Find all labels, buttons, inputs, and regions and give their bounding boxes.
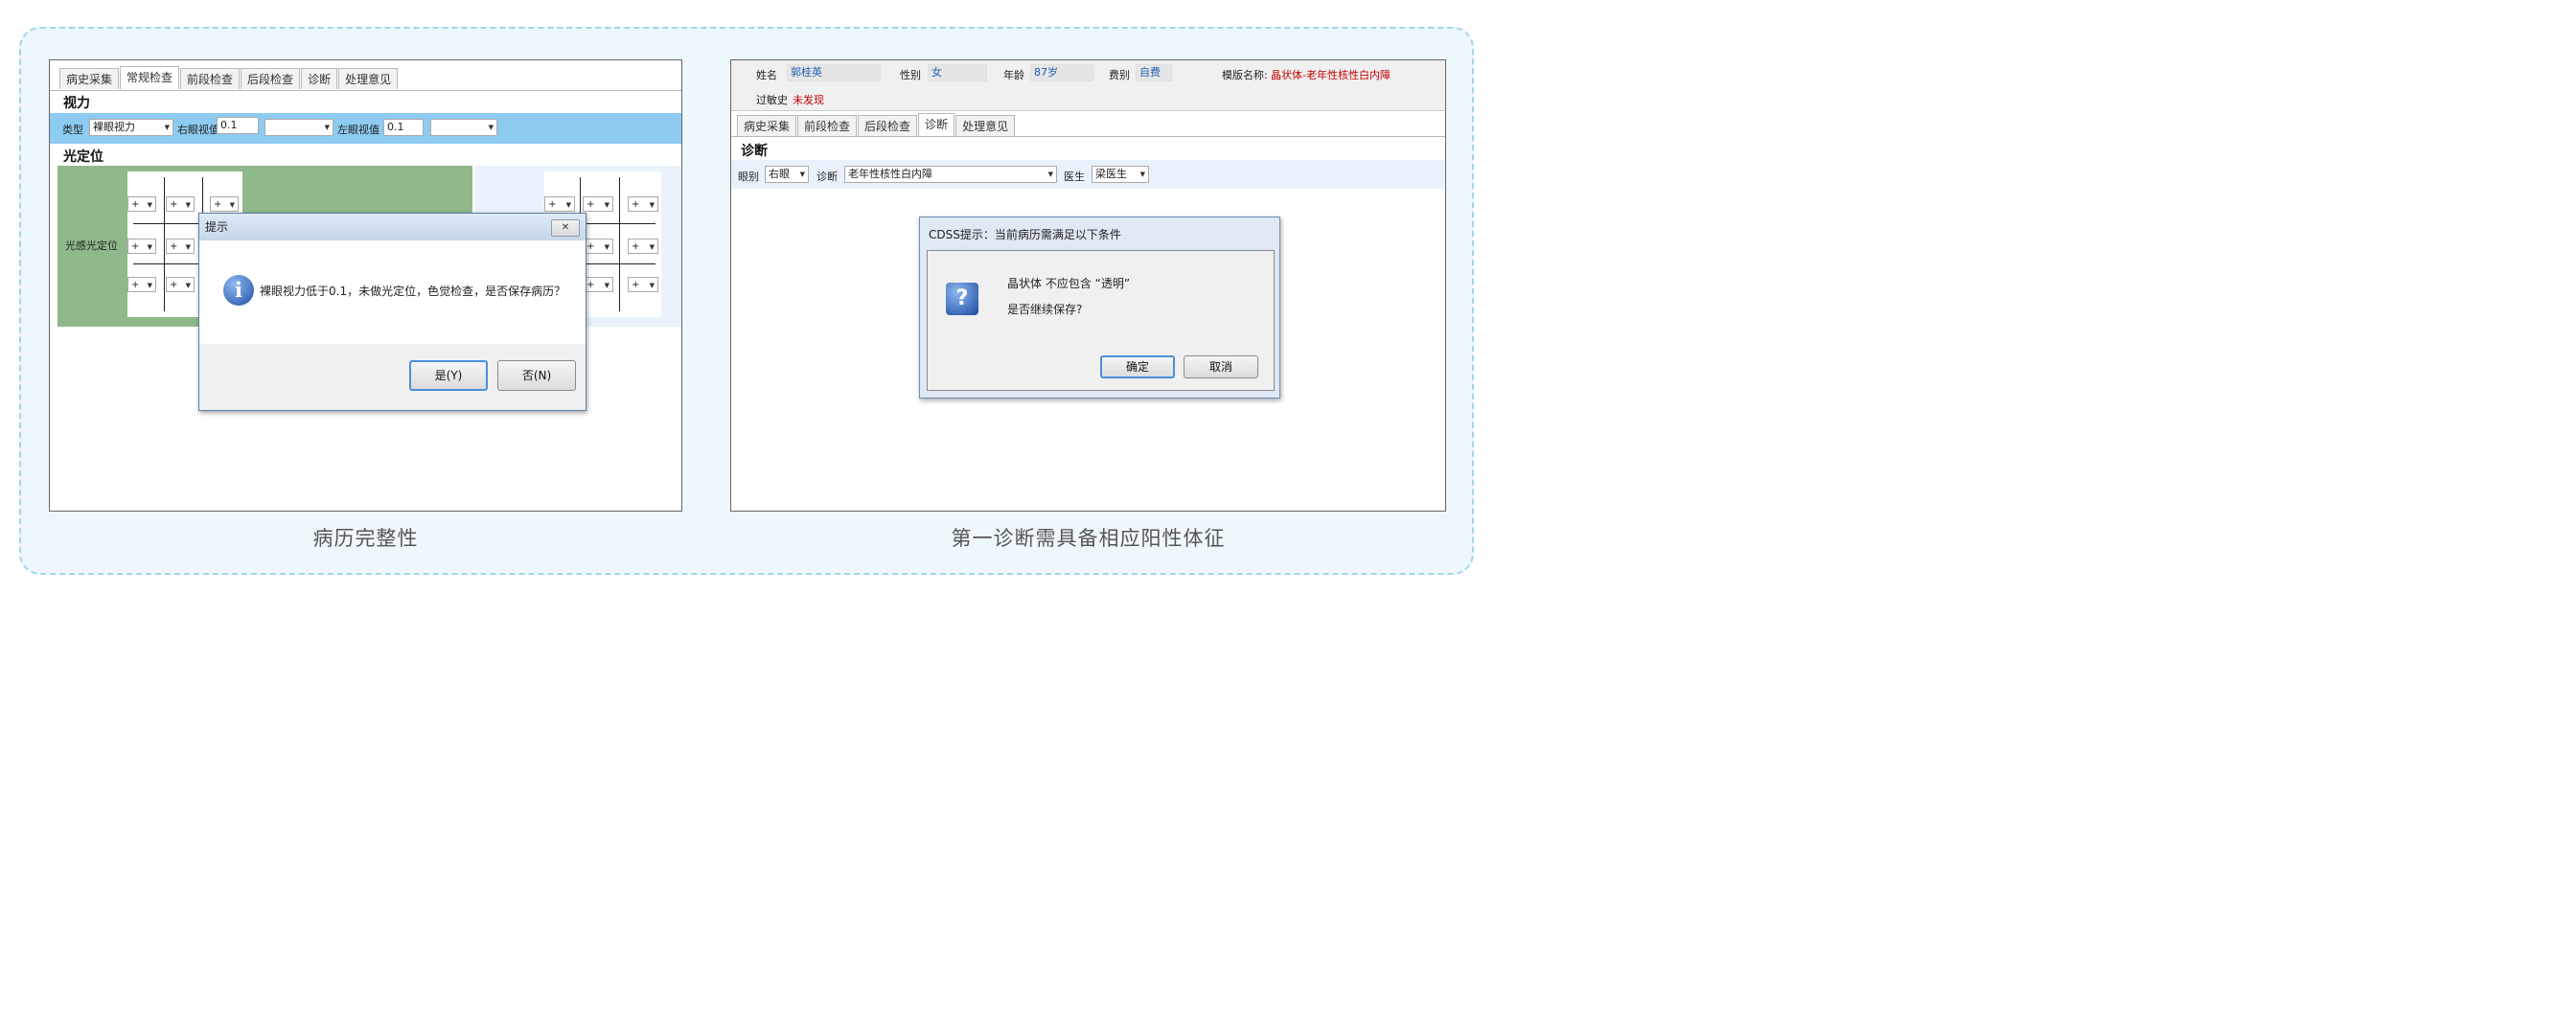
diagnosis-select[interactable]: 老年性核性白内障 [844,166,1057,183]
light-cell[interactable]: + [166,277,195,292]
section-title-diagnosis: 诊断 [741,144,768,159]
tab-history[interactable]: 病史采集 [737,115,797,136]
left-eye-extra-select[interactable] [430,119,497,136]
tab-posterior-exam[interactable]: 后段检查 [241,68,301,89]
dialog-title: 提示 [199,214,586,240]
light-cell[interactable]: + [127,277,156,292]
template-label: 模版名称: [1222,69,1268,81]
light-cell[interactable]: + [210,196,239,212]
yes-button[interactable]: 是(Y) [409,360,488,391]
right-tab-bar: 病史采集 前段检查 后段检查 诊断 处理意见 [737,113,1016,136]
save-warning-dialog: 提示 ✕ i 裸眼视力低于0.1，未做光定位，色觉检查，是否保存病历？ 是(Y)… [198,213,586,411]
tab-anterior-exam[interactable]: 前段检查 [797,115,858,136]
right-eye-extra-select[interactable] [264,119,334,136]
question-icon: ? [946,283,978,315]
light-cell[interactable]: + [166,239,195,254]
cdss-dialog-body: ? 晶状体 不应包含 “透明” 是否继续保存? 确定 取消 [927,250,1275,391]
tab-underline [50,90,681,91]
template-value: 晶状体-老年性核性白内障 [1271,69,1391,81]
age-value: 87岁 [1030,64,1093,81]
light-cell[interactable]: + [544,196,575,212]
light-cell[interactable]: + [166,196,195,212]
fee-label: 费别 [1109,69,1130,81]
tab-treatment[interactable]: 处理意见 [338,68,399,89]
cdss-line-1: 晶状体 不应包含 “透明” [1007,277,1131,290]
diagnosis-row-bar [731,160,1445,189]
dialog-message: 裸眼视力低于0.1，未做光定位，色觉检查，是否保存病历？ [260,285,566,298]
allergy-value: 未发现 [793,94,824,106]
diagnosis-label: 诊断 [816,171,838,183]
section-title-light: 光定位 [63,149,104,165]
tab-treatment[interactable]: 处理意见 [955,115,1016,136]
cdss-dialog: CDSS提示：当前病历需满足以下条件 ? 晶状体 不应包含 “透明” 是否继续保… [919,217,1280,399]
tab-anterior-exam[interactable]: 前段检查 [180,68,241,89]
left-caption: 病历完整性 [312,527,419,550]
sex-value: 女 [928,64,987,81]
left-eye-label: 左眼视值 [337,124,380,136]
light-cell[interactable]: + [628,196,658,212]
dialog-close-button[interactable]: ✕ [551,219,580,237]
sex-label: 性别 [900,69,921,81]
light-cell[interactable]: + [628,239,658,254]
info-icon: i [223,275,254,306]
ok-button[interactable]: 确定 [1100,355,1175,378]
tab-history[interactable]: 病史采集 [59,68,120,89]
light-cell[interactable]: + [127,239,156,254]
tab-routine-exam[interactable]: 常规检查 [120,66,180,89]
name-label: 姓名 [756,69,777,81]
light-cell[interactable]: + [583,277,613,292]
cdss-dialog-title: CDSS提示：当前病历需满足以下条件 [929,228,1121,241]
light-row-label: 光感光定位 [65,240,118,252]
name-value: 郭桂英 [787,64,881,81]
right-caption: 第一诊断需具备相应阳性体征 [951,527,1226,550]
cdss-line-2: 是否继续保存? [1007,303,1083,316]
tab-diagnosis[interactable]: 诊断 [918,113,955,136]
no-button[interactable]: 否(N) [497,360,576,391]
doctor-select[interactable]: 梁医生 [1092,166,1149,183]
light-cell[interactable]: + [127,196,156,212]
eye-select[interactable]: 右眼 [765,166,809,183]
light-cell[interactable]: + [628,277,658,292]
cancel-button[interactable]: 取消 [1184,355,1258,378]
type-label: 类型 [62,124,83,136]
left-eye-value-input[interactable]: 0.1 [383,119,424,136]
tab-diagnosis[interactable]: 诊断 [301,68,338,89]
fee-value: 自费 [1136,64,1172,81]
eye-label: 眼别 [738,171,759,183]
left-screenshot: 病史采集 常规检查 前段检查 后段检查 诊断 处理意见 视力 类型 裸眼视力 右… [49,59,682,512]
left-tab-bar: 病史采集 常规检查 前段检查 后段检查 诊断 处理意见 [59,66,399,89]
vision-type-select[interactable]: 裸眼视力 [89,119,173,136]
age-label: 年龄 [1003,69,1024,81]
right-screenshot: 姓名 郭桂英 性别 女 年龄 87岁 费别 自费 模版名称: 晶状体-老年性核性… [730,59,1446,512]
light-cell[interactable]: + [583,239,613,254]
doctor-label: 医生 [1064,171,1085,183]
section-title-vision: 视力 [63,96,90,111]
light-cell[interactable]: + [583,196,613,212]
allergy-label: 过敏史 [756,94,788,106]
tab-underline [731,136,1445,137]
right-eye-label: 右眼视值 [177,124,219,136]
tab-posterior-exam[interactable]: 后段检查 [858,115,918,136]
right-eye-value-input[interactable]: 0.1 [217,117,259,134]
